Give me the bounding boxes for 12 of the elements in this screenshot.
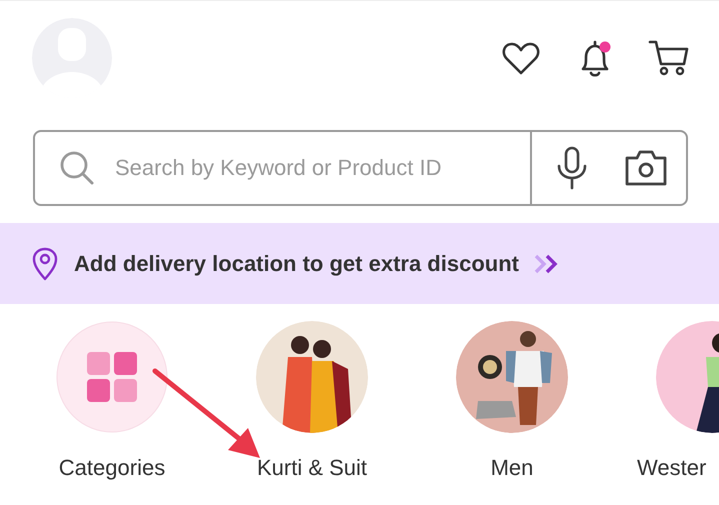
banner-text: Add delivery location to get extra discount bbox=[74, 250, 519, 276]
search-field[interactable]: Search by Keyword or Product ID bbox=[33, 130, 688, 206]
delivery-location-banner[interactable]: Add delivery location to get extra discount bbox=[0, 223, 719, 304]
category-label[interactable]: Men bbox=[490, 455, 534, 481]
search-icon bbox=[59, 150, 95, 186]
location-pin-icon bbox=[32, 246, 58, 280]
category-label[interactable]: Categories bbox=[58, 455, 166, 481]
search-input: Search by Keyword or Product ID bbox=[113, 154, 530, 182]
category-label[interactable]: Kurti & Suit bbox=[256, 455, 368, 481]
camera-icon[interactable] bbox=[624, 148, 668, 188]
category-label[interactable]: Wester bbox=[637, 455, 706, 481]
categories-icon[interactable] bbox=[56, 321, 168, 433]
